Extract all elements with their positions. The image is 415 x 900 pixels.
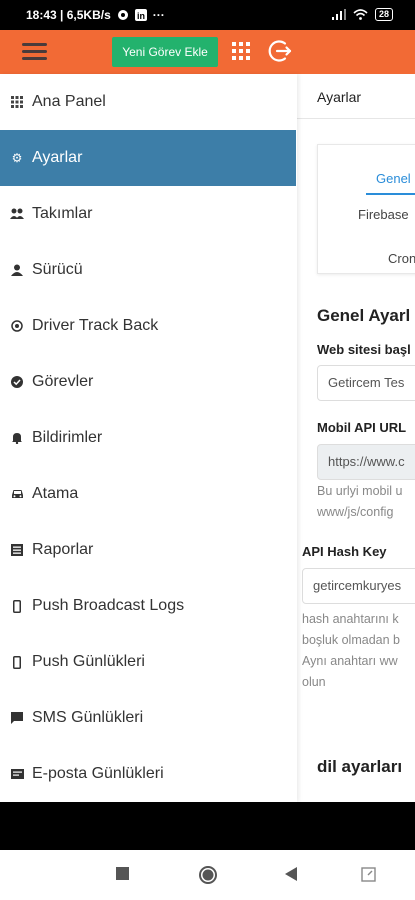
dashboard-icon xyxy=(10,95,24,109)
status-dots: ··· xyxy=(152,8,165,22)
general-settings-title: Genel Ayarl xyxy=(317,306,411,325)
sidebar-item-ana-panel[interactable]: Ana Panel xyxy=(0,74,296,130)
sidebar-item-label: Görevler xyxy=(32,373,94,390)
sidebar-item-ayarlar[interactable]: ⚙ Ayarlar xyxy=(0,130,296,186)
battery-indicator: 28 xyxy=(374,8,393,21)
mobile-api-label: Mobil API URL xyxy=(317,420,407,435)
api-hash-help-4: olun xyxy=(302,675,326,689)
settings-content: Ayarlar Genel Firebase Cron Genel Ayarl … xyxy=(297,74,415,802)
api-hash-label: API Hash Key xyxy=(302,544,387,559)
mobile-icon xyxy=(10,599,24,613)
sidebar-drawer: Ana Panel ⚙ Ayarlar Takımlar Sürücü Driv… xyxy=(0,74,297,802)
status-time: 18:43 | 6,5KB/s xyxy=(26,8,111,22)
gear-icon: ⚙ xyxy=(11,151,23,165)
linkedin-icon: in xyxy=(134,9,147,21)
sidebar-item-label: Atama xyxy=(32,485,79,502)
bell-icon xyxy=(10,431,24,445)
api-hash-help-2: boşluk olmadan b xyxy=(302,633,400,647)
api-hash-help-1: hash anahtarını k xyxy=(302,612,399,626)
apps-grid-icon[interactable] xyxy=(232,42,250,60)
top-app-bar: Yeni Görev Ekle xyxy=(0,30,415,74)
mobile-api-help-2: www/js/config xyxy=(317,505,394,519)
sidebar-item-gorevler[interactable]: Görevler xyxy=(0,354,296,410)
sidebar-item-sms-gunlukleri[interactable]: SMS Günlükleri xyxy=(0,690,296,746)
system-navigation-bar xyxy=(0,850,415,900)
sidebar-item-label: Push Broadcast Logs xyxy=(32,597,185,614)
sidebar-item-label: Ayarlar xyxy=(32,149,83,166)
sidebar-item-atama[interactable]: Atama xyxy=(0,466,296,522)
active-tab-indicator xyxy=(366,193,415,195)
target-icon xyxy=(10,319,24,333)
sidebar-item-label: Sürücü xyxy=(32,261,83,278)
sidebar-item-label: Takımlar xyxy=(32,205,93,222)
notification-icon xyxy=(117,10,128,20)
language-settings-title: dil ayarları xyxy=(317,757,403,776)
menu-icon[interactable] xyxy=(22,43,47,61)
report-icon xyxy=(10,543,24,557)
tab-genel[interactable]: Genel xyxy=(376,171,411,186)
sidebar-item-label: SMS Günlükleri xyxy=(32,709,144,726)
car-icon xyxy=(10,487,24,501)
users-icon xyxy=(10,207,24,221)
recents-square-icon[interactable] xyxy=(116,867,129,880)
assist-icon[interactable] xyxy=(361,867,376,882)
sidebar-item-push-broadcast-logs[interactable]: Push Broadcast Logs xyxy=(0,578,296,634)
sidebar-item-raporlar[interactable]: Raporlar xyxy=(0,522,296,578)
mobile-api-help-1: Bu urlyi mobil u xyxy=(317,484,403,498)
home-circle-icon[interactable] xyxy=(199,866,217,884)
add-task-button[interactable]: Yeni Görev Ekle xyxy=(112,37,218,67)
sidebar-item-eposta-gunlukleri[interactable]: E-posta Günlükleri xyxy=(0,746,296,802)
sidebar-item-label: E-posta Günlükleri xyxy=(32,765,164,782)
signal-icon xyxy=(331,9,346,20)
envelope-icon xyxy=(10,767,24,781)
sidebar-item-label: Driver Track Back xyxy=(32,317,159,334)
check-circle-icon xyxy=(10,375,24,389)
web-title-input[interactable]: Getircem Tes xyxy=(317,365,415,401)
sidebar-item-surucu[interactable]: Sürücü xyxy=(0,242,296,298)
tab-firebase[interactable]: Firebase xyxy=(358,207,409,222)
sidebar-item-takimlar[interactable]: Takımlar xyxy=(0,186,296,242)
mobile-api-input[interactable]: https://www.c xyxy=(317,444,415,480)
api-hash-input[interactable]: getircemkuryes xyxy=(302,568,415,604)
web-title-label: Web sitesi başl xyxy=(317,342,411,357)
message-icon xyxy=(10,711,24,725)
sidebar-item-bildirimler[interactable]: Bildirimler xyxy=(0,410,296,466)
page-title: Ayarlar xyxy=(317,89,362,105)
wifi-icon xyxy=(353,9,368,20)
back-triangle-icon[interactable] xyxy=(285,867,297,881)
tab-cron[interactable]: Cron xyxy=(388,251,415,266)
driver-icon xyxy=(10,263,24,277)
api-hash-help-3: Aynı anahtarı ww xyxy=(302,654,398,668)
mobile-icon xyxy=(10,655,24,669)
sidebar-item-driver-track-back[interactable]: Driver Track Back xyxy=(0,298,296,354)
sidebar-item-label: Raporlar xyxy=(32,541,94,558)
settings-tabs-card: Genel Firebase Cron xyxy=(317,144,415,274)
black-spacer-bar xyxy=(0,802,415,850)
sidebar-item-label: Push Günlükleri xyxy=(32,653,145,670)
svg-text:in: in xyxy=(137,11,145,21)
sidebar-item-push-gunlukleri[interactable]: Push Günlükleri xyxy=(0,634,296,690)
logout-icon[interactable] xyxy=(268,38,294,64)
status-bar: 18:43 | 6,5KB/s in ··· 28 xyxy=(0,0,415,30)
sidebar-item-label: Ana Panel xyxy=(32,93,106,110)
sidebar-item-label: Bildirimler xyxy=(32,429,103,446)
divider xyxy=(297,118,415,119)
